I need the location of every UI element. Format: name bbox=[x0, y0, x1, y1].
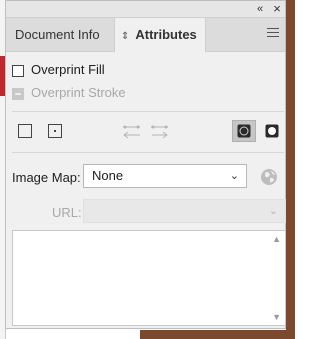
scroll-up-icon[interactable]: ▲ bbox=[272, 234, 281, 244]
background-artboard-bottom bbox=[140, 330, 295, 339]
tab-attributes-label: Attributes bbox=[135, 27, 197, 42]
browser-globe-icon bbox=[261, 169, 277, 185]
overprint-stroke-checkbox bbox=[12, 87, 24, 100]
chevron-down-icon: ⌄ bbox=[229, 170, 239, 182]
overprint-fill-label: Overprint Fill bbox=[31, 62, 105, 77]
image-map-label: Image Map: bbox=[12, 170, 81, 185]
reverse-path-direction-off-icon bbox=[120, 120, 144, 142]
overprint-fill-checkbox[interactable] bbox=[12, 64, 24, 77]
panel-titlebar: « × bbox=[6, 1, 285, 18]
tab-options-toggle-icon: ⇕ bbox=[121, 31, 130, 42]
use-even-odd-fill-rule-icon[interactable] bbox=[260, 120, 284, 142]
attributes-panel: « × Document Info ⇕ Attributes Overprint … bbox=[5, 0, 286, 329]
scroll-down-icon[interactable]: ▼ bbox=[272, 312, 281, 322]
tab-attributes[interactable]: ⇕ Attributes bbox=[114, 18, 206, 52]
reverse-path-direction-on-icon bbox=[148, 120, 172, 142]
image-map-select[interactable]: None ⌄ bbox=[83, 164, 247, 188]
notes-textarea[interactable]: ▲ ▼ bbox=[12, 230, 286, 326]
image-map-value: None bbox=[92, 168, 124, 183]
overprint-stroke-row: Overprint Stroke bbox=[12, 85, 126, 103]
chevron-down-icon: ⌄ bbox=[268, 205, 278, 217]
tab-document-info[interactable]: Document Info bbox=[6, 18, 114, 52]
overprint-stroke-label: Overprint Stroke bbox=[31, 85, 126, 100]
close-icon[interactable]: × bbox=[271, 1, 283, 17]
panel-menu-icon[interactable] bbox=[267, 28, 279, 38]
divider bbox=[12, 152, 284, 153]
show-center-icon[interactable] bbox=[43, 120, 67, 142]
divider bbox=[12, 111, 284, 112]
url-combobox: ⌄ bbox=[83, 199, 286, 223]
dont-show-center-icon[interactable] bbox=[13, 120, 37, 142]
use-non-zero-winding-fill-rule-icon[interactable] bbox=[232, 120, 256, 142]
url-label: URL: bbox=[52, 205, 82, 220]
overprint-fill-row[interactable]: Overprint Fill bbox=[12, 62, 105, 80]
panel-tab-bar: Document Info ⇕ Attributes bbox=[6, 18, 285, 52]
background-artboard-edge bbox=[286, 0, 295, 339]
collapse-icon[interactable]: « bbox=[254, 1, 266, 17]
